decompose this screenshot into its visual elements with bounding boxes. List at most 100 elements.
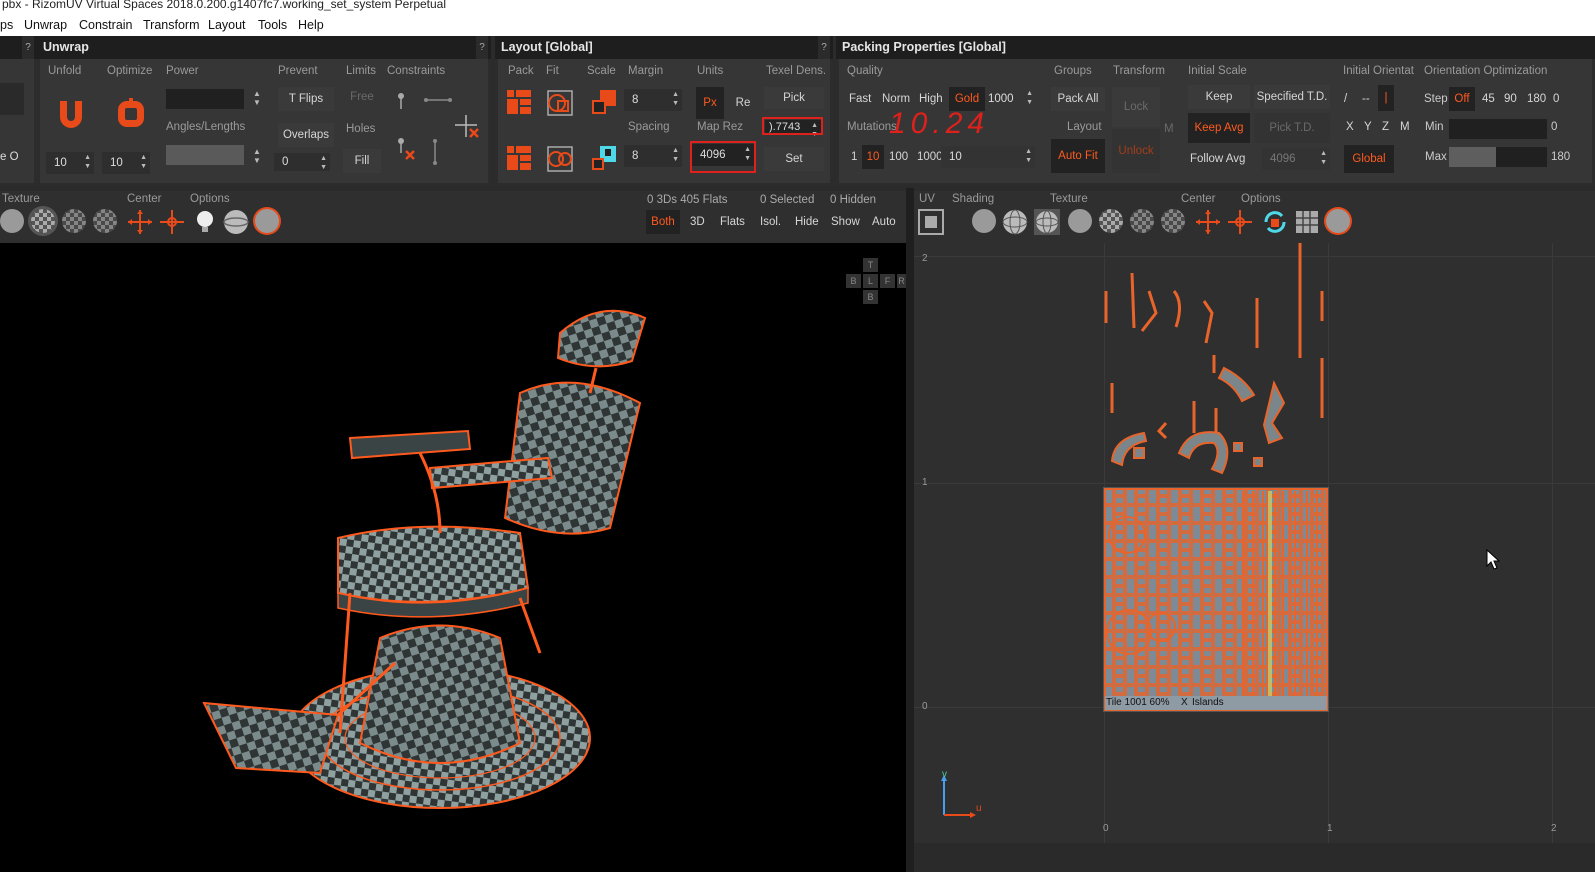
quality-norm-button[interactable]: Norm xyxy=(882,93,910,105)
orient-horizontal-button[interactable]: -- xyxy=(1362,93,1370,105)
step-0-button[interactable]: 0 xyxy=(1553,93,1559,105)
angles-lengths-slider[interactable] xyxy=(166,145,244,165)
unfold-icon[interactable] xyxy=(54,97,88,131)
uv-tile-1001[interactable] xyxy=(1103,487,1329,712)
scale-texel-icon[interactable] xyxy=(592,145,618,171)
show-button[interactable]: Show xyxy=(831,216,860,228)
margin-field[interactable]: 8 xyxy=(624,89,682,111)
spacing-field[interactable]: 8 xyxy=(624,145,682,167)
wireframe-sphere-icon[interactable] xyxy=(222,208,250,236)
view-both-button[interactable]: Both xyxy=(646,210,680,234)
isolate-button[interactable]: Isol. xyxy=(760,216,781,228)
vertical-constraint-icon[interactable] xyxy=(430,139,440,165)
pack-grid-icon[interactable] xyxy=(506,145,532,171)
t-flips-button[interactable]: T Flips xyxy=(278,87,334,111)
step-90-button[interactable]: 90 xyxy=(1504,93,1517,105)
overlaps-value-field[interactable]: 0 xyxy=(274,153,330,172)
help-icon[interactable]: ? xyxy=(22,36,34,59)
quality-fast-button[interactable]: Fast xyxy=(849,93,871,105)
mutations-1000-button[interactable]: 1000 xyxy=(917,151,943,163)
light-bulb-icon[interactable] xyxy=(195,209,215,235)
scale-icon[interactable] xyxy=(592,89,618,115)
view-flats-button[interactable]: Flats xyxy=(720,216,745,228)
optimize-icon[interactable] xyxy=(114,97,148,131)
clear-constraints-icon[interactable] xyxy=(453,113,483,143)
auto-button[interactable]: Auto xyxy=(872,216,896,228)
initial-scale-keep-button[interactable]: Keep xyxy=(1188,85,1250,109)
viewport-splitter[interactable] xyxy=(906,188,914,872)
uv-sync-icon[interactable] xyxy=(1262,209,1288,235)
optimize-iterations-field[interactable]: 10 xyxy=(102,152,150,174)
texture-none-icon[interactable] xyxy=(0,209,24,233)
free-button[interactable]: Free xyxy=(343,91,381,103)
uv-texture-none-icon[interactable] xyxy=(1068,209,1092,233)
keep-avg-button[interactable]: Keep Avg xyxy=(1188,113,1250,143)
orient-global-button[interactable]: Global xyxy=(1344,145,1394,173)
pin-icon[interactable] xyxy=(394,92,408,110)
overlaps-button[interactable]: Overlaps xyxy=(278,123,334,147)
power-slider[interactable] xyxy=(166,89,244,109)
orient-diagonal-button[interactable]: / xyxy=(1344,93,1347,105)
fit-uniform-icon[interactable] xyxy=(546,145,574,173)
fit-icon[interactable] xyxy=(546,89,574,117)
uv-grid-icon[interactable] xyxy=(1294,209,1320,235)
lock-button[interactable]: Lock xyxy=(1112,87,1160,127)
mutations-value-field[interactable]: 10 xyxy=(941,146,1035,168)
texture-checker-2-icon[interactable] xyxy=(62,209,86,233)
step-180-button[interactable]: 180 xyxy=(1527,93,1546,105)
follow-avg-value-field[interactable]: 4096 xyxy=(1262,148,1330,170)
orient-max-slider[interactable] xyxy=(1449,147,1547,167)
shading-wire-selected-icon[interactable] xyxy=(1034,209,1060,235)
menu-item-constrain[interactable]: Constrain xyxy=(79,18,133,32)
pick-td-button[interactable]: Pick T.D. xyxy=(1254,113,1330,143)
menu-item-help[interactable]: Help xyxy=(298,18,324,32)
follow-avg-button[interactable]: Follow Avg xyxy=(1190,153,1245,165)
shading-flat-icon[interactable] xyxy=(972,209,996,233)
uv-islands-outside[interactable] xyxy=(1094,243,1354,488)
uv-texture-checker-2-icon[interactable] xyxy=(1130,209,1154,233)
mutations-1-button[interactable]: 1 xyxy=(851,151,857,163)
menu-item-tools[interactable]: Tools xyxy=(258,18,287,32)
align-edge-icon[interactable] xyxy=(424,95,452,105)
uv-texture-checker-3-icon[interactable] xyxy=(1161,209,1185,233)
menu-item-ps[interactable]: ps xyxy=(0,18,13,32)
menu-item-unwrap[interactable]: Unwrap xyxy=(24,18,67,32)
texture-checker-icon[interactable] xyxy=(31,209,55,233)
texel-pick-button[interactable]: Pick xyxy=(764,87,824,109)
fill-button[interactable]: Fill xyxy=(343,149,381,173)
center-icon[interactable] xyxy=(126,208,154,236)
menu-item-layout[interactable]: Layout xyxy=(208,18,246,32)
view-3d-button[interactable]: 3D xyxy=(690,216,705,228)
transform-m-button[interactable]: M xyxy=(1164,123,1174,135)
mutations-100-button[interactable]: 100 xyxy=(889,151,908,163)
uv-texture-checker-icon[interactable] xyxy=(1099,209,1123,233)
step-45-button[interactable]: 45 xyxy=(1482,93,1495,105)
pack-icon[interactable] xyxy=(506,89,532,115)
texture-checker-3-icon[interactable] xyxy=(93,209,117,233)
viewport-uv[interactable]: 2 1 0 0 1 2 Tile 1001 60% X Islands v u xyxy=(914,243,1595,843)
orient-vertical-button[interactable]: | xyxy=(1378,85,1394,111)
unpin-icon[interactable] xyxy=(394,137,420,163)
auto-fit-button[interactable]: Auto Fit xyxy=(1051,139,1105,173)
orient-y-button[interactable]: Y xyxy=(1364,121,1372,133)
step-off-button[interactable]: Off xyxy=(1449,87,1475,111)
chair-3d-model[interactable] xyxy=(0,243,906,872)
quality-high-button[interactable]: High xyxy=(919,93,943,105)
orient-x-button[interactable]: X xyxy=(1346,121,1354,133)
orient-m-button[interactable]: M xyxy=(1400,121,1410,133)
shading-wire-icon[interactable] xyxy=(1002,209,1028,235)
viewport-3d[interactable]: T B L F R B xyxy=(0,243,906,872)
unlock-button[interactable]: Unlock xyxy=(1112,129,1160,173)
hide-button[interactable]: Hide xyxy=(795,216,819,228)
unfold-iterations-field[interactable]: 10 xyxy=(46,152,94,174)
menu-item-transform[interactable]: Transform xyxy=(143,18,200,32)
uv-shading-sphere-icon[interactable] xyxy=(1326,209,1350,233)
orient-min-slider[interactable] xyxy=(1449,119,1547,139)
orient-z-button[interactable]: Z xyxy=(1382,121,1389,133)
pack-all-button[interactable]: Pack All xyxy=(1051,87,1105,111)
mutations-10-button[interactable]: 10 xyxy=(862,145,884,169)
units-re-button[interactable]: Re xyxy=(732,87,754,119)
help-icon[interactable]: ? xyxy=(818,36,830,59)
uv-center-icon[interactable] xyxy=(1194,208,1222,236)
uv-center-tile-icon[interactable] xyxy=(1226,208,1254,236)
